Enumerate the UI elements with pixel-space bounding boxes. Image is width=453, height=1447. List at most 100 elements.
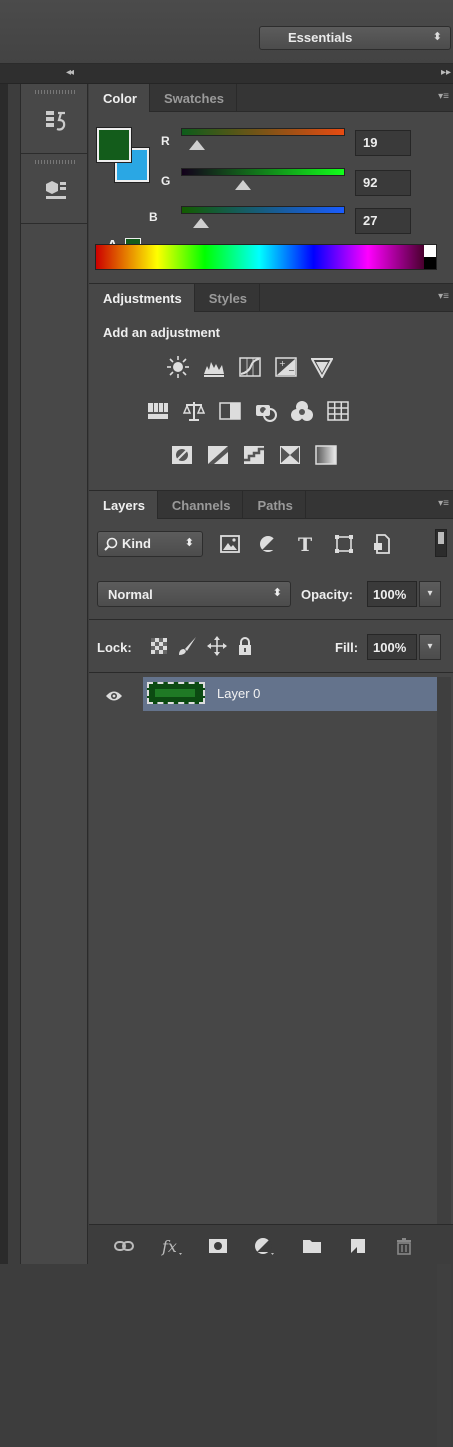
invert-icon[interactable] (171, 444, 193, 466)
layer-selection[interactable]: Layer 0 (143, 677, 437, 711)
red-label: R (161, 134, 170, 148)
tab-styles[interactable]: Styles (195, 284, 261, 312)
new-layer-icon[interactable] (347, 1235, 369, 1257)
exposure-icon[interactable]: + − (275, 356, 297, 378)
fill-field[interactable]: 100% (367, 634, 417, 660)
lock-position-icon[interactable] (207, 636, 227, 656)
blue-label: B (149, 210, 158, 224)
adjustments-tabbar: Adjustments Styles ▾≡ (89, 284, 453, 312)
panel-menu-icon[interactable]: ▾≡ (438, 291, 449, 302)
curves-icon[interactable] (239, 356, 261, 378)
properties-group (21, 154, 87, 224)
opacity-dropdown-icon[interactable]: ▾ (419, 581, 441, 607)
blend-mode-label: Normal (108, 587, 153, 602)
adjustments-row-3 (171, 444, 337, 466)
grip-icon[interactable] (35, 90, 75, 94)
blue-slider[interactable] (181, 206, 345, 214)
color-lookup-icon[interactable] (327, 400, 349, 422)
color-spectrum-bar[interactable] (95, 244, 437, 270)
lock-all-icon[interactable] (235, 636, 255, 656)
blue-slider-thumb[interactable] (193, 218, 209, 228)
layer-name[interactable]: Layer 0 (217, 686, 260, 701)
tab-layers[interactable]: Layers (89, 491, 158, 519)
history-icon[interactable] (43, 108, 69, 134)
new-group-folder-icon[interactable] (301, 1235, 323, 1257)
workspace-label: Essentials (288, 30, 353, 45)
panels-column: Color Swatches ▾≡ R 19 G 92 A B 27 (89, 84, 453, 1447)
shape-filter-icon[interactable] (333, 533, 355, 555)
link-layers-icon[interactable] (113, 1235, 135, 1257)
selective-color-icon[interactable] (279, 444, 301, 466)
layer-row[interactable]: Layer 0 (89, 677, 453, 717)
select-arrows-icon: ⬍ (432, 31, 442, 43)
lock-transparency-icon[interactable] (149, 636, 169, 656)
vibrance-icon[interactable] (311, 356, 333, 378)
adjustment-filter-icon[interactable] (257, 533, 279, 555)
blend-mode-select[interactable]: Normal ⬍ (97, 581, 291, 607)
tab-color[interactable]: Color (89, 84, 150, 112)
layer-thumbnail[interactable] (147, 682, 205, 704)
visibility-eye-icon[interactable] (105, 689, 123, 703)
green-slider-thumb[interactable] (235, 180, 251, 190)
svg-text:fx: fx (161, 1237, 177, 1256)
red-slider[interactable] (181, 128, 345, 136)
pixel-filter-icon[interactable] (219, 533, 241, 555)
tab-channels[interactable]: Channels (158, 491, 244, 519)
adjustments-heading: Add an adjustment (103, 325, 221, 340)
layers-scrollbar[interactable] (437, 677, 451, 1447)
red-slider-thumb[interactable] (189, 140, 205, 150)
fill-dropdown-icon[interactable]: ▾ (419, 634, 441, 660)
tab-paths[interactable]: Paths (243, 491, 306, 519)
opacity-field[interactable]: 100% (367, 581, 417, 607)
brightness-contrast-icon[interactable] (167, 356, 189, 378)
fill-label: Fill: (335, 640, 359, 655)
black-white-swatch[interactable] (424, 245, 436, 269)
tab-swatches[interactable]: Swatches (150, 84, 237, 112)
panel-menu-icon[interactable]: ▾≡ (438, 498, 449, 509)
filter-toggle-switch[interactable] (435, 529, 447, 557)
lock-pixels-brush-icon[interactable] (177, 636, 197, 656)
collapse-right-icon[interactable]: ▸▸ (441, 67, 451, 78)
channel-mixer-icon[interactable] (291, 400, 313, 422)
collapsed-panel-column (20, 84, 88, 1264)
foreground-color-swatch[interactable] (96, 127, 132, 163)
green-slider[interactable] (181, 168, 345, 176)
posterize-icon[interactable] (207, 444, 229, 466)
threshold-icon[interactable] (243, 444, 265, 466)
panel-menu-icon[interactable]: ▾≡ (438, 91, 449, 102)
filter-kind-label: Kind (122, 536, 151, 551)
layer-filter-bar: Kind ⬍ T (97, 531, 393, 557)
collapse-left-icon[interactable]: ◂◂ (66, 67, 74, 78)
red-value-field[interactable]: 19 (355, 130, 411, 156)
gradient-map-icon[interactable] (315, 444, 337, 466)
color-tabbar: Color Swatches ▾≡ (89, 84, 453, 112)
add-mask-icon[interactable] (207, 1235, 229, 1257)
svg-text:+: + (279, 359, 286, 368)
photo-filter-icon[interactable] (255, 400, 277, 422)
new-fill-adjustment-icon[interactable] (253, 1235, 275, 1257)
hue-saturation-icon[interactable] (147, 400, 169, 422)
layer-style-fx-icon[interactable]: fx (161, 1235, 183, 1257)
green-value-field[interactable]: 92 (355, 170, 411, 196)
filter-kind-select[interactable]: Kind ⬍ (97, 531, 203, 557)
svg-text:T: T (298, 534, 312, 555)
adjustments-row-1: + − (167, 356, 333, 378)
grip-icon[interactable] (35, 160, 75, 164)
properties-icon[interactable] (43, 178, 69, 204)
black-white-icon[interactable] (219, 400, 241, 422)
svg-text:−: − (288, 366, 295, 375)
lock-label: Lock: (97, 640, 132, 655)
smart-object-filter-icon[interactable] (371, 533, 393, 555)
workspace-select[interactable]: Essentials ⬍ (259, 26, 451, 50)
lock-row: Lock: Fill: 100% ▾ (89, 619, 453, 673)
delete-layer-trash-icon[interactable] (393, 1235, 415, 1257)
color-balance-icon[interactable] (183, 400, 205, 422)
options-bar: Essentials ⬍ (0, 0, 453, 64)
levels-icon[interactable] (203, 356, 225, 378)
adjustments-row-2 (147, 400, 349, 422)
tab-adjustments[interactable]: Adjustments (89, 284, 195, 312)
type-filter-icon[interactable]: T (295, 533, 317, 555)
blue-value-field[interactable]: 27 (355, 208, 411, 234)
left-dock-edge (0, 84, 8, 1264)
opacity-label: Opacity: (301, 587, 354, 602)
